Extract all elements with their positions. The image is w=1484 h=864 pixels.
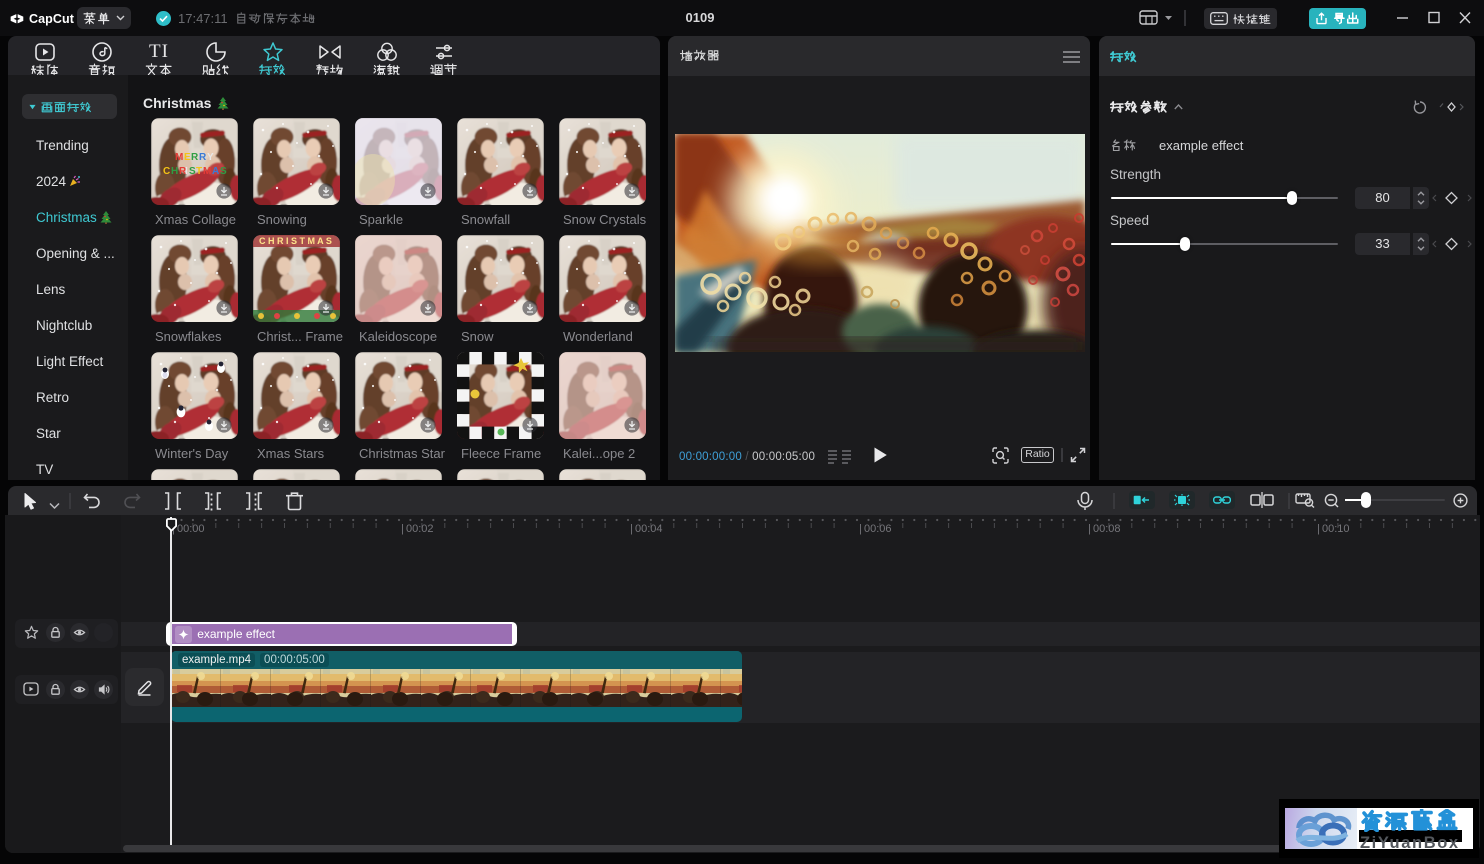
svg-text:E: E — [184, 152, 191, 163]
svg-text:C H R I S T M A S: C H R I S T M A S — [259, 236, 332, 246]
svg-text:00:10: 00:10 — [1322, 523, 1350, 535]
svg-text:M: M — [203, 166, 211, 177]
svg-text:|: | — [1317, 523, 1320, 535]
svg-text:R: R — [199, 152, 207, 163]
svg-text:T: T — [196, 166, 202, 177]
svg-text:S: S — [220, 166, 227, 177]
svg-text:I: I — [185, 166, 188, 177]
svg-text:S: S — [189, 166, 196, 177]
svg-text:|: | — [859, 523, 862, 535]
svg-text:00:04: 00:04 — [635, 523, 663, 535]
svg-text:00:06: 00:06 — [864, 523, 892, 535]
svg-text:H: H — [171, 166, 178, 177]
svg-text:|: | — [1088, 523, 1091, 535]
svg-text:00:08: 00:08 — [1093, 523, 1121, 535]
svg-text:M: M — [175, 152, 183, 163]
svg-text:A: A — [212, 166, 219, 177]
svg-text:C: C — [163, 166, 170, 177]
svg-text:00:02: 00:02 — [406, 523, 434, 535]
svg-text:Y: Y — [207, 152, 214, 163]
svg-text:|: | — [630, 523, 633, 535]
svg-text:00:00: 00:00 — [177, 523, 205, 535]
svg-text:R: R — [191, 152, 199, 163]
svg-text:|: | — [401, 523, 404, 535]
